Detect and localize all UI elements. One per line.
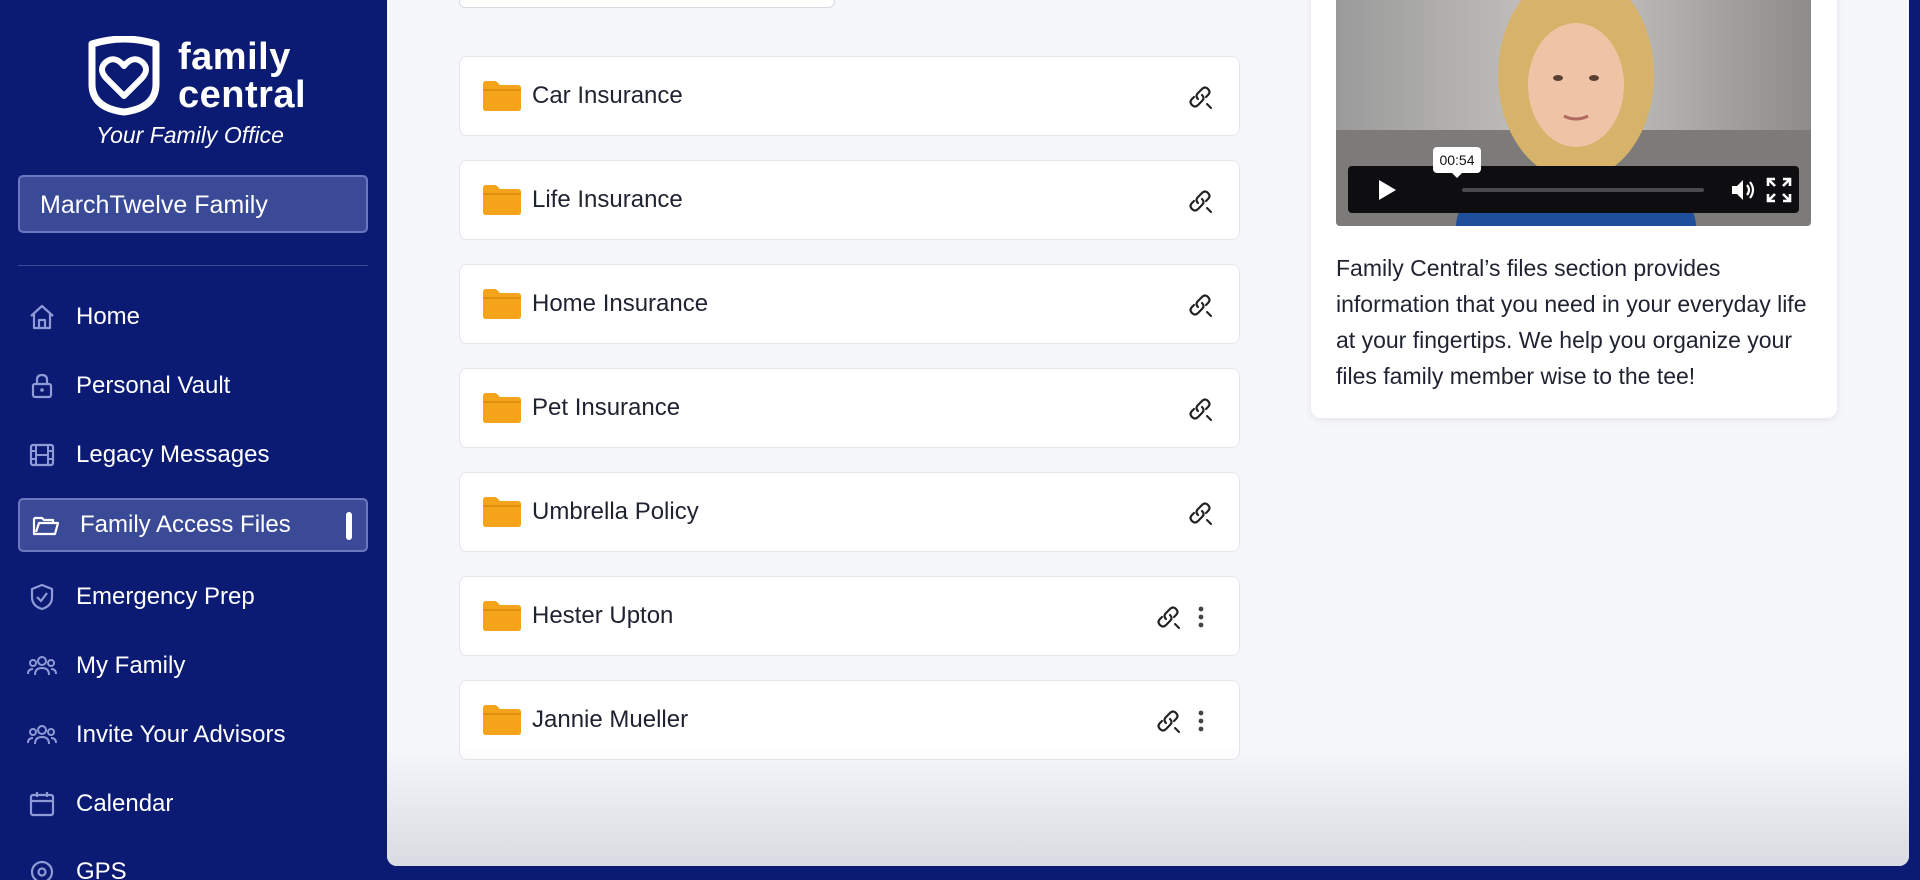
- folder-icon: [483, 497, 521, 527]
- sidebar-item-legacy-messages[interactable]: Legacy Messages: [18, 428, 368, 482]
- more-options-icon[interactable]: [1197, 709, 1205, 733]
- people-icon: [26, 719, 58, 751]
- calendar-icon: [26, 788, 58, 820]
- folder-icon: [483, 81, 521, 111]
- share-link-icon[interactable]: [1153, 602, 1183, 632]
- fullscreen-icon[interactable]: [1766, 177, 1792, 203]
- files-section-description: Family Central’s files section provides …: [1336, 255, 1807, 389]
- bottom-fade: [387, 746, 1909, 866]
- film-icon: [26, 439, 58, 471]
- folder-icon: [483, 289, 521, 319]
- sidebar-item-label: GPS: [76, 858, 127, 880]
- sidebar-item-home[interactable]: Home: [18, 290, 368, 344]
- sidebar-item-label: Home: [76, 303, 141, 330]
- folder-open-icon: [30, 509, 62, 541]
- folder-name: Jannie Mueller: [532, 706, 689, 733]
- folder-name: Life Insurance: [532, 186, 683, 213]
- family-selector[interactable]: MarchTwelve Family: [18, 175, 368, 233]
- sidebar-item-label: Family Access Files: [80, 511, 291, 538]
- sidebar-item-label: Emergency Prep: [76, 583, 255, 610]
- folder-icon: [483, 185, 521, 215]
- sidebar-item-label: Legacy Messages: [76, 441, 270, 468]
- video-player[interactable]: 00:54: [1336, 0, 1811, 226]
- sidebar: family central Your Family Office MarchT…: [0, 0, 387, 880]
- sidebar-item-emergency-prep[interactable]: Emergency Prep: [18, 570, 368, 624]
- sidebar-item-my-family[interactable]: My Family: [18, 639, 368, 693]
- sidebar-item-label: My Family: [76, 652, 186, 679]
- video-progress-bar[interactable]: [1462, 188, 1704, 192]
- brand-name-line1: family: [178, 36, 291, 78]
- main-content: Car Insurance Life Insurance Home Insura…: [387, 0, 1909, 866]
- folder-card-pet-insurance[interactable]: Pet Insurance: [459, 368, 1240, 448]
- brand-tagline: Your Family Office: [96, 122, 284, 148]
- sidebar-item-family-access-files[interactable]: Family Access Files: [18, 498, 368, 552]
- info-video-card: 00:54 Family Central’s files section pro…: [1311, 0, 1837, 418]
- sidebar-item-label: Personal Vault: [76, 372, 231, 399]
- video-controls-bar: [1348, 166, 1799, 213]
- folder-card-jannie-mueller[interactable]: Jannie Mueller: [459, 680, 1240, 760]
- share-link-icon[interactable]: [1153, 706, 1183, 736]
- location-icon: [26, 856, 58, 880]
- folder-name: Hester Upton: [532, 602, 674, 629]
- video-time-tooltip: 00:54: [1433, 147, 1481, 178]
- folder-name: Umbrella Policy: [532, 498, 699, 525]
- shield-check-icon: [26, 581, 58, 613]
- family-central-logo[interactable]: family central Your Family Office: [84, 34, 324, 154]
- sidebar-item-label: Calendar: [76, 790, 174, 817]
- sidebar-item-invite-advisors[interactable]: Invite Your Advisors: [18, 708, 368, 762]
- sidebar-item-label: Invite Your Advisors: [76, 721, 286, 748]
- active-indicator: [346, 512, 352, 540]
- folder-name: Car Insurance: [532, 82, 683, 109]
- sidebar-divider: [18, 265, 368, 266]
- people-icon: [26, 650, 58, 682]
- volume-icon[interactable]: [1730, 177, 1758, 203]
- heart-shield-logo-icon: [88, 36, 160, 116]
- sidebar-item-gps[interactable]: GPS: [18, 845, 368, 880]
- sidebar-item-calendar[interactable]: Calendar: [18, 777, 368, 831]
- search-input[interactable]: [459, 0, 835, 8]
- home-icon: [26, 301, 58, 333]
- folder-name: Pet Insurance: [532, 394, 681, 421]
- share-link-icon[interactable]: [1185, 394, 1215, 424]
- folder-card-car-insurance[interactable]: Car Insurance: [459, 56, 1240, 136]
- folder-card-life-insurance[interactable]: Life Insurance: [459, 160, 1240, 240]
- folder-icon: [483, 705, 521, 735]
- folder-icon: [483, 601, 521, 631]
- share-link-icon[interactable]: [1185, 82, 1215, 112]
- sidebar-item-personal-vault[interactable]: Personal Vault: [18, 359, 368, 413]
- share-link-icon[interactable]: [1185, 290, 1215, 320]
- brand-name-line2: central: [178, 74, 307, 116]
- more-options-icon[interactable]: [1197, 605, 1205, 629]
- share-link-icon[interactable]: [1185, 498, 1215, 528]
- play-icon[interactable]: [1376, 178, 1398, 202]
- folder-icon: [483, 393, 521, 423]
- folder-card-home-insurance[interactable]: Home Insurance: [459, 264, 1240, 344]
- folder-card-umbrella-policy[interactable]: Umbrella Policy: [459, 472, 1240, 552]
- folder-name: Home Insurance: [532, 290, 709, 317]
- lock-icon: [26, 370, 58, 402]
- share-link-icon[interactable]: [1185, 186, 1215, 216]
- folder-card-hester-upton[interactable]: Hester Upton: [459, 576, 1240, 656]
